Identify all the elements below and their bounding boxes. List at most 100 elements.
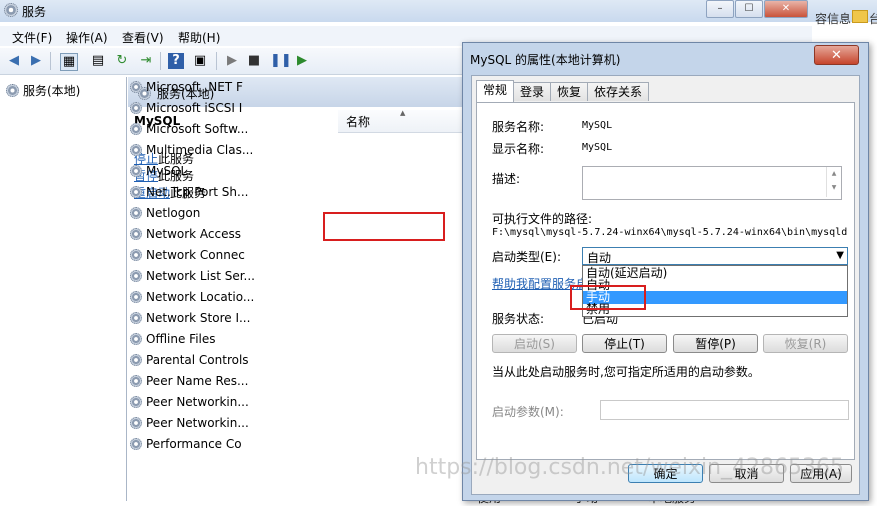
list-item[interactable]: Peer Name Res... <box>130 370 248 391</box>
service-gear-icon <box>130 311 142 324</box>
tree-pane: 服务(本地) <box>0 77 127 501</box>
stop-button[interactable]: 停止(T) <box>582 334 667 353</box>
toolbar-separator <box>160 52 161 70</box>
list-item[interactable]: Microsoft iSCSI I <box>130 97 242 118</box>
description-textarea[interactable]: ▲ ▼ <box>582 166 842 200</box>
dialog-close-button[interactable]: ✕ <box>814 45 859 65</box>
service-gear-icon <box>130 101 142 114</box>
list-item[interactable]: Parental Controls <box>130 349 249 370</box>
list-item[interactable]: Net.Tcp Port Sh... <box>130 181 248 202</box>
resume-icon[interactable]: ▶ <box>294 53 310 69</box>
pause-button[interactable]: 暂停(P) <box>673 334 758 353</box>
console-tree-icon[interactable]: ▦ <box>60 53 78 71</box>
tree-item-services-local[interactable]: 服务(本地) <box>6 82 80 99</box>
stop-icon[interactable]: ■ <box>246 53 262 69</box>
start-params-input[interactable] <box>600 400 849 420</box>
start-button[interactable]: 启动(S) <box>492 334 577 353</box>
dialog-body: 常规 登录 恢复 依存关系 服务名称: MySQL 显示名称: MySQL 描述… <box>471 75 860 495</box>
refresh-icon[interactable]: ↻ <box>114 53 130 69</box>
service-gear-icon <box>130 80 142 93</box>
service-gear-icon <box>130 353 142 366</box>
back-icon[interactable]: ◀ <box>6 53 22 69</box>
service-gear-icon <box>130 437 142 450</box>
window-controls: – ☐ ✕ <box>706 0 809 18</box>
list-item[interactable]: Network List Ser... <box>130 265 255 286</box>
service-gear-icon <box>130 416 142 429</box>
tab-dependencies[interactable]: 依存关系 <box>587 82 650 101</box>
start-icon[interactable]: ▶ <box>224 53 240 69</box>
service-name: Net.Tcp Port Sh... <box>146 184 249 199</box>
services-app-icon <box>4 3 18 17</box>
toolbar-separator <box>216 52 217 70</box>
maximize-button[interactable]: ☐ <box>735 0 763 18</box>
service-name: Multimedia Clas... <box>146 142 254 157</box>
display-name-value: MySQL <box>582 142 613 153</box>
list-item[interactable]: Peer Networkin... <box>130 412 249 433</box>
service-gear-icon <box>130 332 142 345</box>
description-label: 描述: <box>492 172 521 186</box>
service-name: Network List Ser... <box>146 268 255 283</box>
exe-path-label: 可执行文件的路径: <box>492 212 593 226</box>
service-gear-icon <box>130 227 142 240</box>
service-status-label: 服务状态: <box>492 312 545 326</box>
properties-dialog: MySQL 的属性(本地计算机) ✕ 常规 登录 恢复 依存关系 服务名称: M… <box>462 42 869 501</box>
close-window-button[interactable]: ✕ <box>764 0 808 18</box>
list-item[interactable]: Network Connec <box>130 244 245 265</box>
service-gear-icon <box>130 269 142 282</box>
menu-view[interactable]: 查看(V) <box>122 29 164 46</box>
list-item[interactable]: MySQL <box>130 160 187 181</box>
help-icon[interactable]: ? <box>168 53 184 69</box>
menu-file[interactable]: 文件(F) <box>12 29 52 46</box>
start-params-label: 启动参数(M): <box>492 405 564 419</box>
service-name: Peer Networkin... <box>146 394 249 409</box>
menu-help[interactable]: 帮助(H) <box>178 29 220 46</box>
tab-general[interactable]: 常规 <box>476 80 515 102</box>
service-gear-icon <box>130 143 142 156</box>
service-name: Network Connec <box>146 247 245 262</box>
service-name-label: 服务名称: <box>492 120 545 134</box>
list-item[interactable]: Multimedia Clas... <box>130 139 253 160</box>
menu-action[interactable]: 操作(A) <box>66 29 108 46</box>
list-item[interactable]: Network Access <box>130 223 241 244</box>
scroll-arrows-icon[interactable]: ▲ ▼ <box>826 167 841 197</box>
list-item[interactable]: Netlogon <box>130 202 200 223</box>
tab-logon[interactable]: 登录 <box>513 82 552 101</box>
services-icon <box>6 84 19 97</box>
service-name: Network Locatio... <box>146 289 255 304</box>
list-item[interactable]: Network Locatio... <box>130 286 254 307</box>
service-gear-icon <box>130 290 142 303</box>
chevron-down-icon[interactable]: ▼ <box>836 250 844 261</box>
service-name-value: MySQL <box>582 120 613 131</box>
forward-icon[interactable]: ▶ <box>28 53 44 69</box>
action-pane-icon[interactable]: ▣ <box>192 53 208 69</box>
startup-type-select[interactable]: 自动 ▼ <box>582 247 848 265</box>
service-name: Network Store I... <box>146 310 251 325</box>
properties-icon[interactable]: ▤ <box>90 53 106 69</box>
pause-icon[interactable]: ❚❚ <box>270 53 292 69</box>
service-name: Performance Co <box>146 436 242 451</box>
service-gear-icon <box>130 374 142 387</box>
start-params-hint: 当从此处启动服务时,您可指定所适用的启动参数。 <box>492 365 760 379</box>
list-item[interactable]: Microsoft .NET F <box>130 76 243 97</box>
tab-recovery[interactable]: 恢复 <box>550 82 589 101</box>
startup-type-value: 自动 <box>587 251 612 265</box>
toolbar-separator <box>50 52 51 70</box>
sort-ascending-icon: ▲ <box>400 109 406 117</box>
exe-path-value: F:\mysql\mysql-5.7.24-winx64\mysql-5.7.2… <box>492 227 848 238</box>
export-icon[interactable]: ⇥ <box>138 53 154 69</box>
resume-button[interactable]: 恢复(R) <box>763 334 848 353</box>
list-item[interactable]: Offline Files <box>130 328 216 349</box>
highlight-box-mysql <box>323 212 445 241</box>
service-name: Peer Name Res... <box>146 373 249 388</box>
service-name: Microsoft iSCSI I <box>146 100 243 115</box>
list-item[interactable]: Microsoft Softw... <box>130 118 248 139</box>
column-name-label: 名称 <box>346 115 371 129</box>
watermark: https://blog.csdn.net/weixin_42865365 <box>415 455 845 480</box>
background-window-text: 容信息 <box>815 12 852 26</box>
list-item[interactable]: Performance Co <box>130 433 242 454</box>
list-item[interactable]: Peer Networkin... <box>130 391 249 412</box>
service-name: Offline Files <box>146 331 216 346</box>
minimize-button[interactable]: – <box>706 0 734 18</box>
display-name-label: 显示名称: <box>492 142 545 156</box>
list-item[interactable]: Network Store I... <box>130 307 250 328</box>
